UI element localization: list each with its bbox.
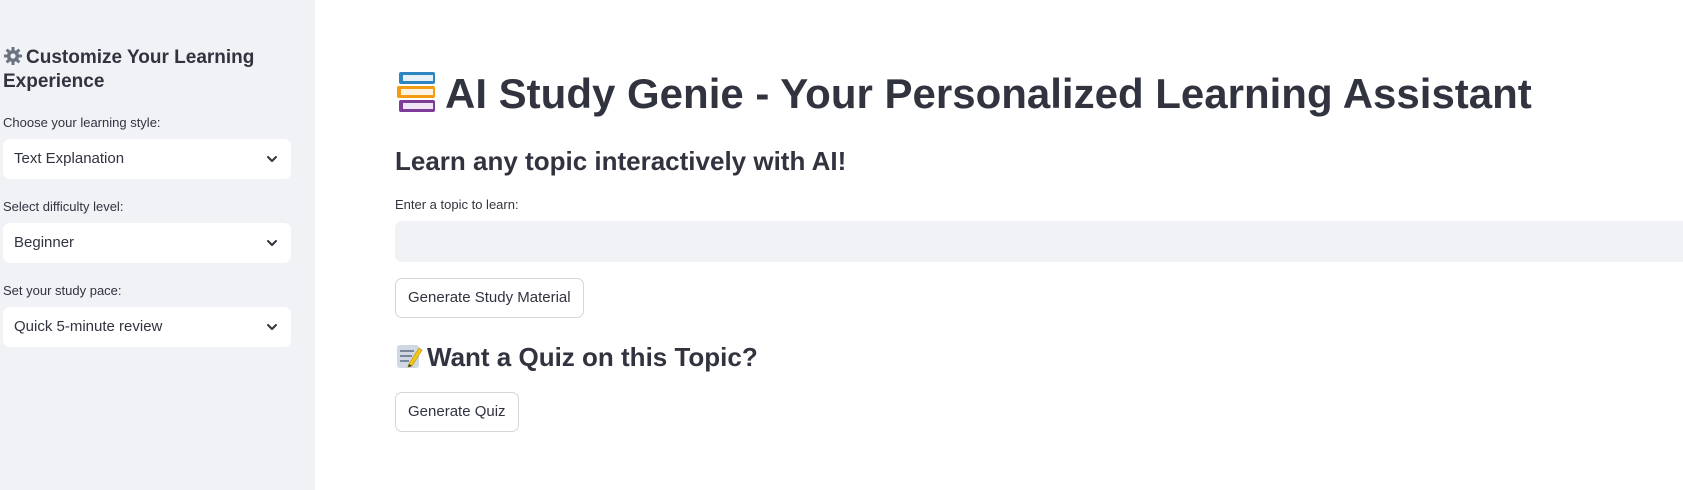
books-icon — [395, 70, 439, 114]
app: Customize Your Learning Experience Choos… — [0, 0, 1683, 490]
quiz-heading-text: Want a Quiz on this Topic? — [427, 342, 758, 372]
study-pace-label: Set your study pace: — [3, 283, 122, 298]
generate-quiz-button[interactable]: Generate Quiz — [395, 392, 519, 432]
learning-style-select[interactable]: Text Explanation — [3, 139, 291, 179]
sidebar-title-text: Customize Your Learning Experience — [3, 47, 255, 92]
topic-input[interactable] — [395, 221, 1683, 262]
chevron-down-icon — [265, 236, 279, 250]
difficulty-value: Beginner — [14, 234, 75, 251]
main-content: AI Study Genie - Your Personalized Learn… — [315, 0, 1683, 490]
difficulty-label: Select difficulty level: — [3, 199, 124, 214]
learning-style-label: Choose your learning style: — [3, 115, 161, 130]
learning-style-value: Text Explanation — [14, 150, 125, 167]
sidebar: Customize Your Learning Experience Choos… — [0, 0, 315, 490]
study-pace-select[interactable]: Quick 5-minute review — [3, 307, 291, 347]
page-subtitle: Learn any topic interactively with AI! — [395, 146, 847, 176]
chevron-down-icon — [265, 320, 279, 334]
gear-icon — [3, 46, 23, 66]
difficulty-select[interactable]: Beginner — [3, 223, 291, 263]
chevron-down-icon — [265, 152, 279, 166]
quiz-heading: Want a Quiz on this Topic? — [395, 340, 758, 374]
topic-input-label: Enter a topic to learn: — [395, 197, 519, 212]
memo-icon — [395, 342, 423, 370]
study-pace-value: Quick 5-minute review — [14, 318, 163, 335]
generate-study-material-button[interactable]: Generate Study Material — [395, 278, 584, 318]
page-title-text: AI Study Genie - Your Personalized Learn… — [445, 70, 1532, 117]
page-title: AI Study Genie - Your Personalized Learn… — [395, 68, 1532, 120]
sidebar-title: Customize Your Learning Experience — [3, 46, 303, 94]
